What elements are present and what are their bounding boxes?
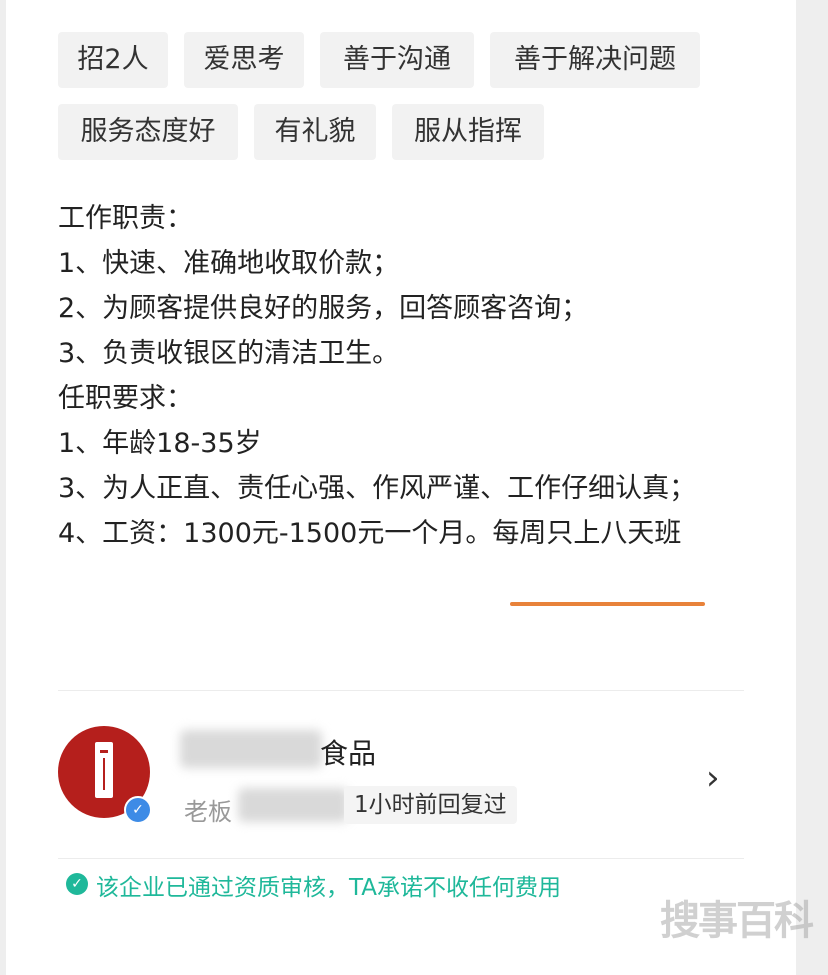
- verification-text: 该企业已通过资质审核，TA承诺不收任何费用: [96, 875, 561, 901]
- contact-role: 老板: [184, 798, 232, 826]
- salary-line: 4、工资：1300元-1500元一个月。每周只上八天班: [58, 511, 738, 556]
- watermark: 搜事百科: [660, 898, 814, 944]
- chevron-right-icon[interactable]: ›: [706, 758, 720, 798]
- requirements-heading: 任职要求：: [58, 383, 193, 414]
- requirement-item: 1、年龄18-35岁: [58, 428, 262, 459]
- shield-check-icon: ✓: [66, 873, 88, 895]
- redacted-contact-name: [238, 788, 348, 822]
- tag-obey-command: 服从指挥: [392, 104, 544, 160]
- duties-heading: 工作职责：: [58, 203, 193, 234]
- company-logo-icon: [95, 742, 113, 798]
- tag-service-attitude: 服务态度好: [58, 104, 238, 160]
- redacted-company-name: [180, 730, 322, 768]
- job-description: 工作职责： 1、快速、准确地收取价款； 2、为顾客提供良好的服务，回答顾客咨询；…: [58, 196, 738, 556]
- duty-item: 2、为顾客提供良好的服务，回答顾客咨询；: [58, 293, 589, 324]
- verified-badge-icon: ✓: [124, 796, 152, 824]
- duty-item: 1、快速、准确地收取价款；: [58, 248, 400, 279]
- tag-communication: 善于沟通: [320, 32, 474, 88]
- salary-highlight: 每周只上八天班: [492, 518, 682, 549]
- reply-status: 1小时前回复过: [344, 786, 517, 824]
- highlight-underline: [510, 602, 705, 606]
- tag-polite: 有礼貌: [254, 104, 376, 160]
- divider: [58, 858, 744, 859]
- divider: [58, 690, 744, 691]
- company-name: 食品: [320, 737, 377, 770]
- tag-problem-solving: 善于解决问题: [490, 32, 700, 88]
- tag-thinking: 爱思考: [184, 32, 304, 88]
- tag-headcount: 招2人: [58, 32, 168, 88]
- duty-item: 3、负责收银区的清洁卫生。: [58, 338, 400, 369]
- salary-text: 4、工资：1300元-1500元一个月。: [58, 518, 493, 549]
- requirement-item: 3、为人正直、责任心强、作风严谨、工作仔细认真；: [58, 473, 697, 504]
